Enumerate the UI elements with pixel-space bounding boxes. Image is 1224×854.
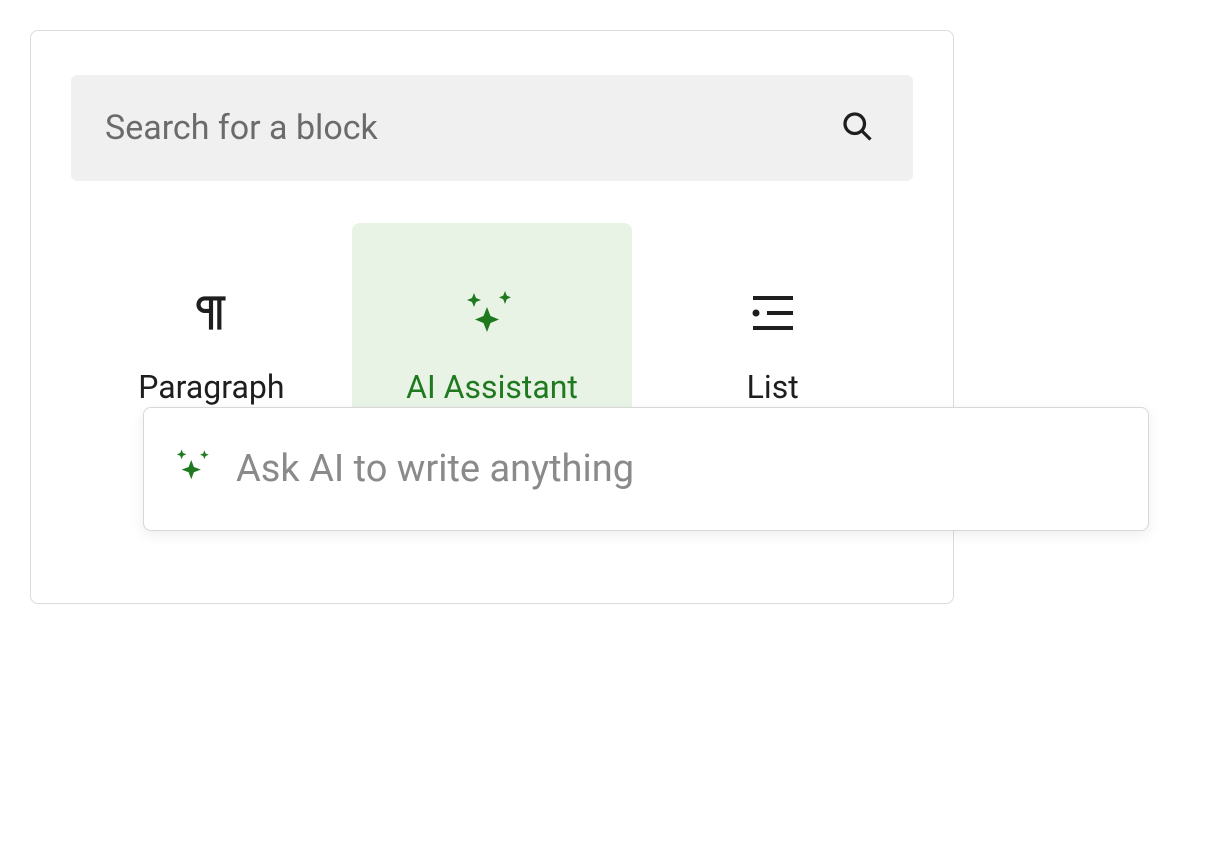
search-bar[interactable] [71,75,913,181]
block-label: Paragraph [138,368,284,406]
search-input[interactable] [105,108,839,148]
paragraph-icon [186,288,236,338]
sparkles-icon [463,288,521,338]
search-icon [839,108,875,148]
list-icon [747,288,799,338]
sparkles-icon [172,446,214,492]
ask-ai-bar[interactable] [143,407,1149,531]
block-inserter-panel: Paragraph AI Assistant Li [30,30,954,604]
block-label: AI Assistant [406,368,578,406]
ask-ai-input[interactable] [236,447,1120,491]
block-label: List [747,368,799,406]
